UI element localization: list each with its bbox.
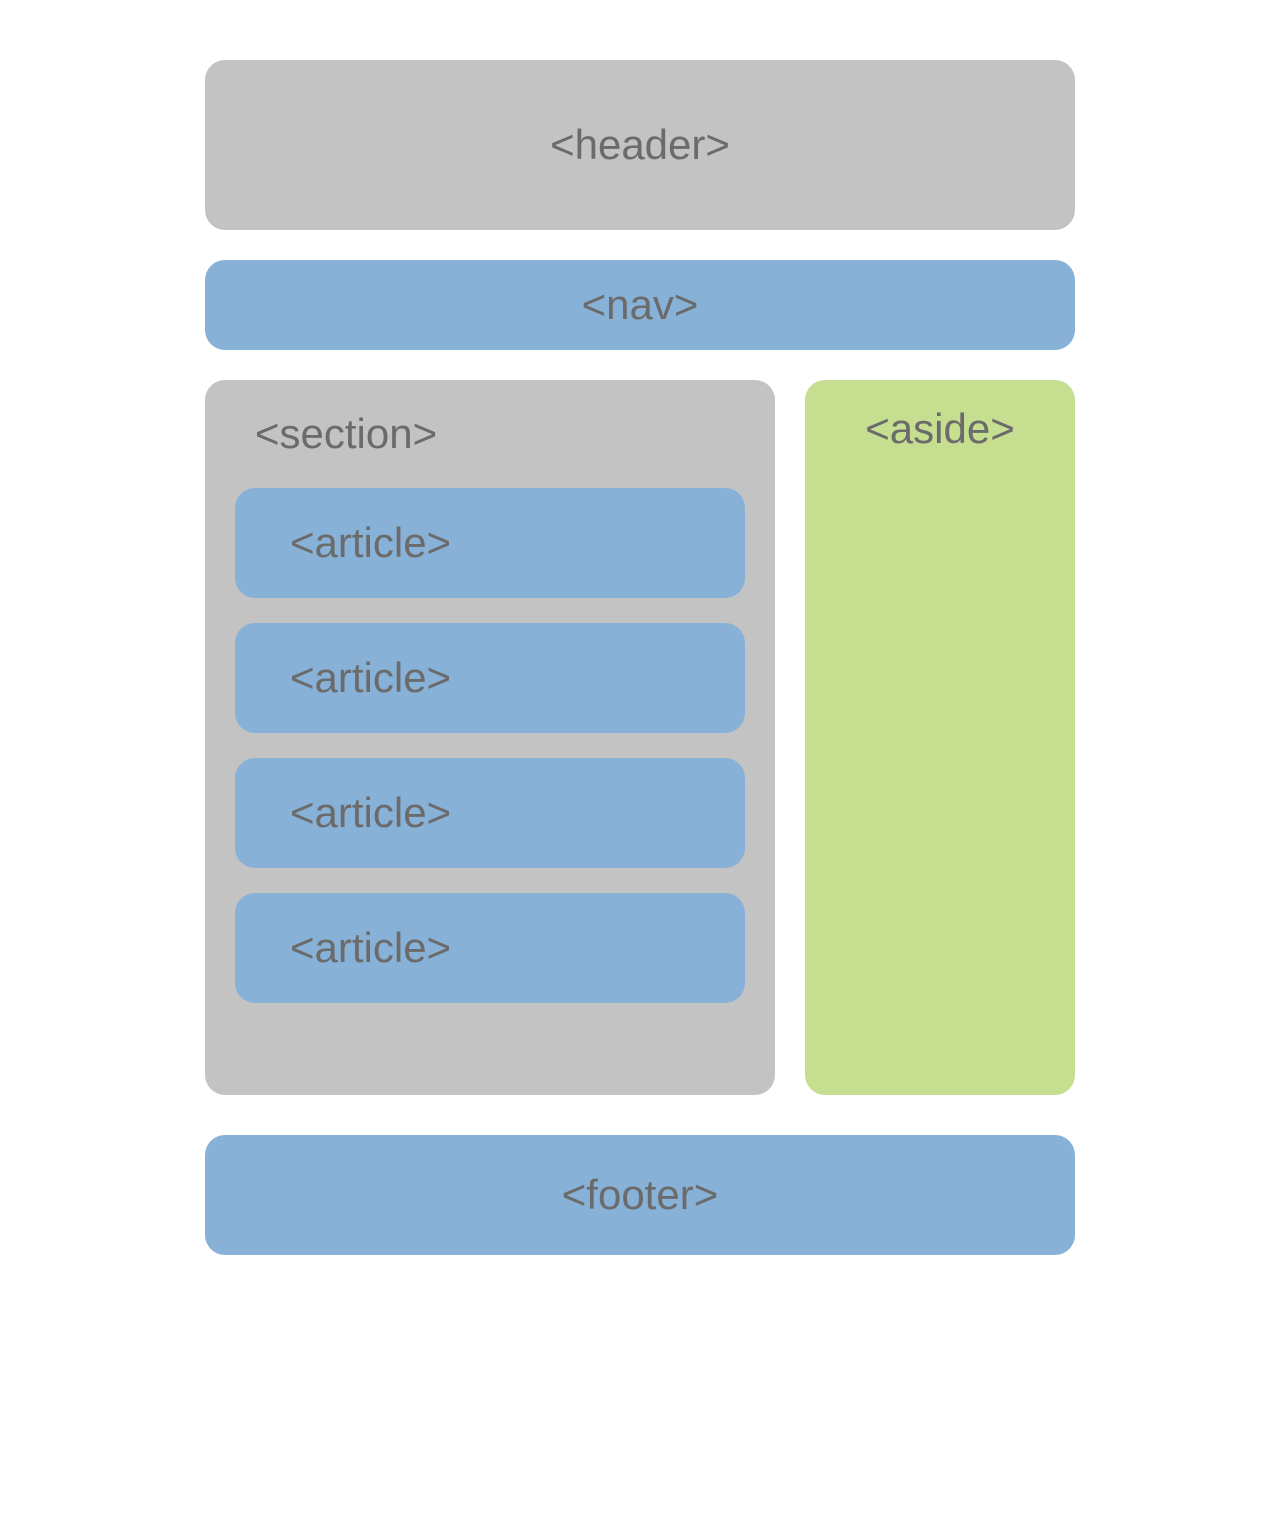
aside-block: <aside> (805, 380, 1075, 1095)
article-label: <article> (290, 519, 451, 567)
article-label: <article> (290, 654, 451, 702)
section-label: <section> (235, 410, 745, 463)
footer-label: <footer> (562, 1171, 718, 1219)
main-row: <section> <article> <article> <article> … (205, 380, 1075, 1095)
article-block: <article> (235, 758, 745, 868)
aside-label: <aside> (865, 405, 1014, 1095)
header-label: <header> (550, 121, 730, 169)
article-block: <article> (235, 893, 745, 1003)
nav-block: <nav> (205, 260, 1075, 350)
header-block: <header> (205, 60, 1075, 230)
article-label: <article> (290, 789, 451, 837)
article-label: <article> (290, 924, 451, 972)
article-block: <article> (235, 488, 745, 598)
section-block: <section> <article> <article> <article> … (205, 380, 775, 1095)
nav-label: <nav> (582, 281, 699, 329)
article-block: <article> (235, 623, 745, 733)
layout-diagram: <header> <nav> <section> <article> <arti… (205, 60, 1075, 1255)
footer-block: <footer> (205, 1135, 1075, 1255)
